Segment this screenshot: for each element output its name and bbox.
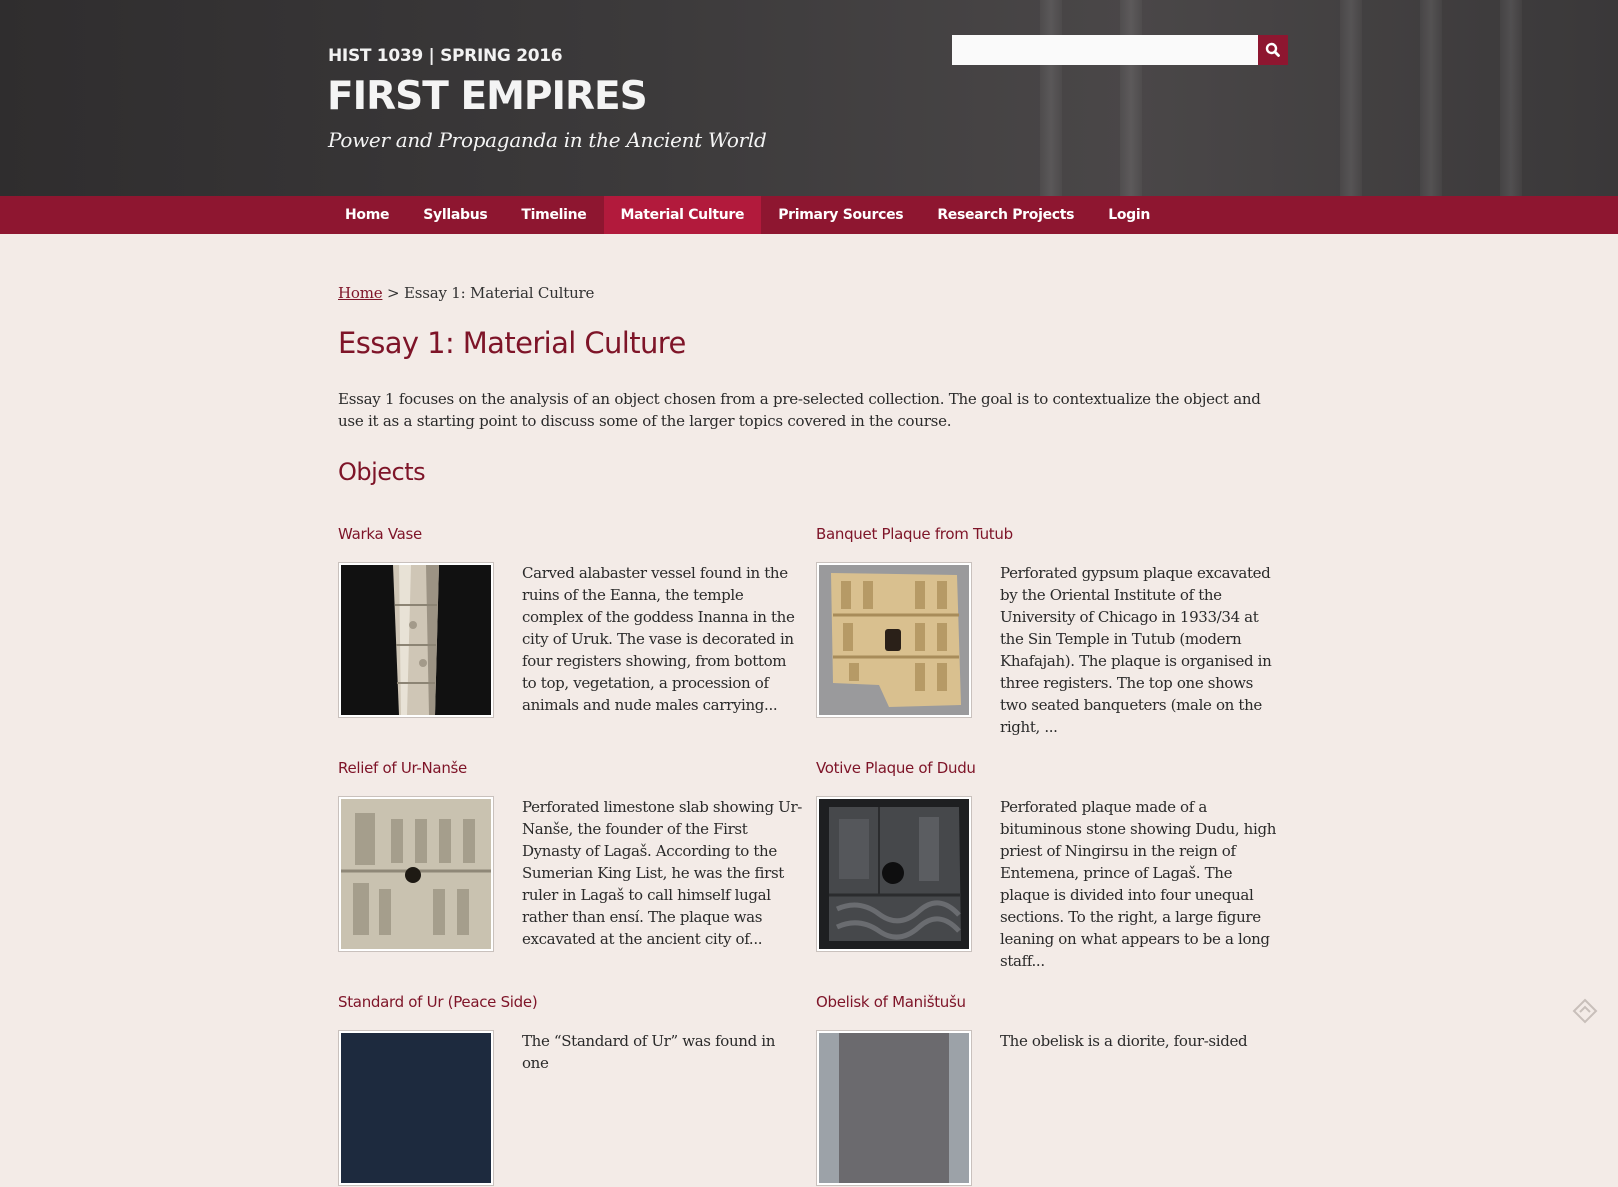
- object-thumbnail[interactable]: [338, 1030, 494, 1186]
- header-column-decoration: [1120, 0, 1142, 196]
- page-title: Essay 1: Material Culture: [338, 326, 686, 360]
- breadcrumb-separator: >: [387, 284, 400, 302]
- nav-login[interactable]: Login: [1091, 196, 1167, 234]
- object-thumbnail[interactable]: [816, 796, 972, 952]
- object-thumbnail[interactable]: [816, 562, 972, 718]
- header-column-decoration: [1040, 0, 1062, 196]
- breadcrumb: Home > Essay 1: Material Culture: [338, 284, 594, 302]
- object-thumbnail[interactable]: [816, 1030, 972, 1186]
- object-thumbnail[interactable]: [338, 562, 494, 718]
- banquet-plaque-image: [819, 565, 969, 715]
- breadcrumb-current: Essay 1: Material Culture: [403, 284, 595, 302]
- site-header: HIST 1039 | SPRING 2016 FIRST EMPIRES Po…: [0, 0, 1618, 196]
- object-title-link[interactable]: Votive Plaque of Dudu: [816, 759, 976, 777]
- course-code: HIST 1039 | SPRING 2016: [328, 46, 563, 66]
- header-column-decoration: [1420, 0, 1442, 196]
- page-intro: Essay 1 focuses on the analysis of an ob…: [338, 390, 1261, 430]
- object-description: Carved alabaster vessel found in the rui…: [522, 564, 795, 714]
- object-title-link[interactable]: Obelisk of Maništušu: [816, 993, 966, 1011]
- search-form: [952, 35, 1288, 65]
- search-input[interactable]: [952, 35, 1258, 65]
- standard-of-ur-image: [341, 1033, 491, 1183]
- nav-material-culture[interactable]: Material Culture: [603, 196, 762, 234]
- search-icon: [1265, 42, 1280, 57]
- search-button[interactable]: [1258, 35, 1288, 65]
- nav-home[interactable]: Home: [328, 196, 406, 234]
- nav-research-projects[interactable]: Research Projects: [920, 196, 1091, 234]
- object-title-link[interactable]: Relief of Ur-Nanše: [338, 759, 467, 777]
- scroll-to-top-icon[interactable]: [1572, 998, 1598, 1024]
- object-description: Perforated gypsum plaque excavated by th…: [1000, 564, 1272, 736]
- object-thumbnail[interactable]: [338, 796, 494, 952]
- header-column-decoration: [1340, 0, 1362, 196]
- object-description: The obelisk is a diorite, four-sided: [1000, 1032, 1248, 1050]
- site-subtitle: Power and Propaganda in the Ancient Worl…: [328, 128, 767, 152]
- object-title-link[interactable]: Warka Vase: [338, 525, 422, 543]
- object-title-link[interactable]: Banquet Plaque from Tutub: [816, 525, 1013, 543]
- site-title[interactable]: FIRST EMPIRES: [327, 74, 648, 119]
- object-description: Perforated limestone slab showing Ur-Nan…: [522, 798, 802, 948]
- obelisk-image: [819, 1033, 969, 1183]
- object-description: The “Standard of Ur” was found in one: [522, 1032, 776, 1072]
- object-description: Perforated plaque made of a bituminous s…: [1000, 798, 1277, 970]
- main-nav: Home Syllabus Timeline Material Culture …: [0, 196, 1618, 234]
- header-column-decoration: [1500, 0, 1522, 196]
- nav-timeline[interactable]: Timeline: [504, 196, 603, 234]
- breadcrumb-home-link[interactable]: Home: [338, 284, 383, 302]
- objects-section-title: Objects: [338, 458, 426, 486]
- object-title-link[interactable]: Standard of Ur (Peace Side): [338, 993, 538, 1011]
- nav-primary-sources[interactable]: Primary Sources: [761, 196, 920, 234]
- ur-nanse-relief-image: [341, 799, 491, 949]
- dudu-plaque-image: [819, 799, 969, 949]
- nav-syllabus[interactable]: Syllabus: [406, 196, 504, 234]
- warka-vase-image: [341, 565, 491, 715]
